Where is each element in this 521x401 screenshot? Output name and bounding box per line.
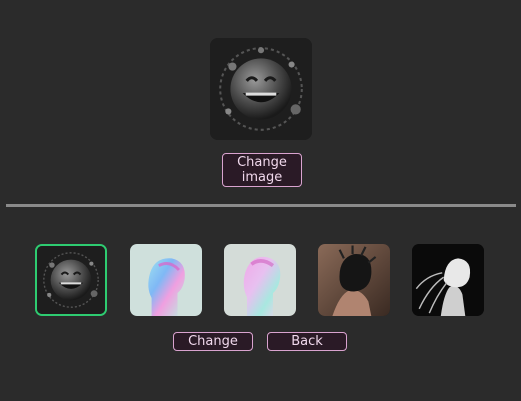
- gallery-item-holographic-head-pink[interactable]: [224, 244, 296, 316]
- change-button[interactable]: Change: [173, 332, 253, 351]
- gallery-item-holographic-head-profile[interactable]: [130, 244, 202, 316]
- holographic-head-pink-image: [224, 244, 296, 316]
- back-button[interactable]: Back: [267, 332, 347, 351]
- smiley-sphere-image: [37, 246, 105, 314]
- change-image-button[interactable]: Change image: [222, 153, 302, 187]
- gallery-item-smiley-sphere[interactable]: [35, 244, 107, 316]
- dark-hair-figure-image: [318, 244, 390, 316]
- divider: [6, 204, 516, 207]
- gallery-item-monochrome-hair-figure[interactable]: [412, 244, 484, 316]
- smiley-sphere-image: [210, 38, 312, 140]
- holographic-head-profile-image: [130, 244, 202, 316]
- preview-image: [210, 38, 312, 140]
- monochrome-hair-figure-image: [412, 244, 484, 316]
- gallery-item-dark-hair-figure[interactable]: [318, 244, 390, 316]
